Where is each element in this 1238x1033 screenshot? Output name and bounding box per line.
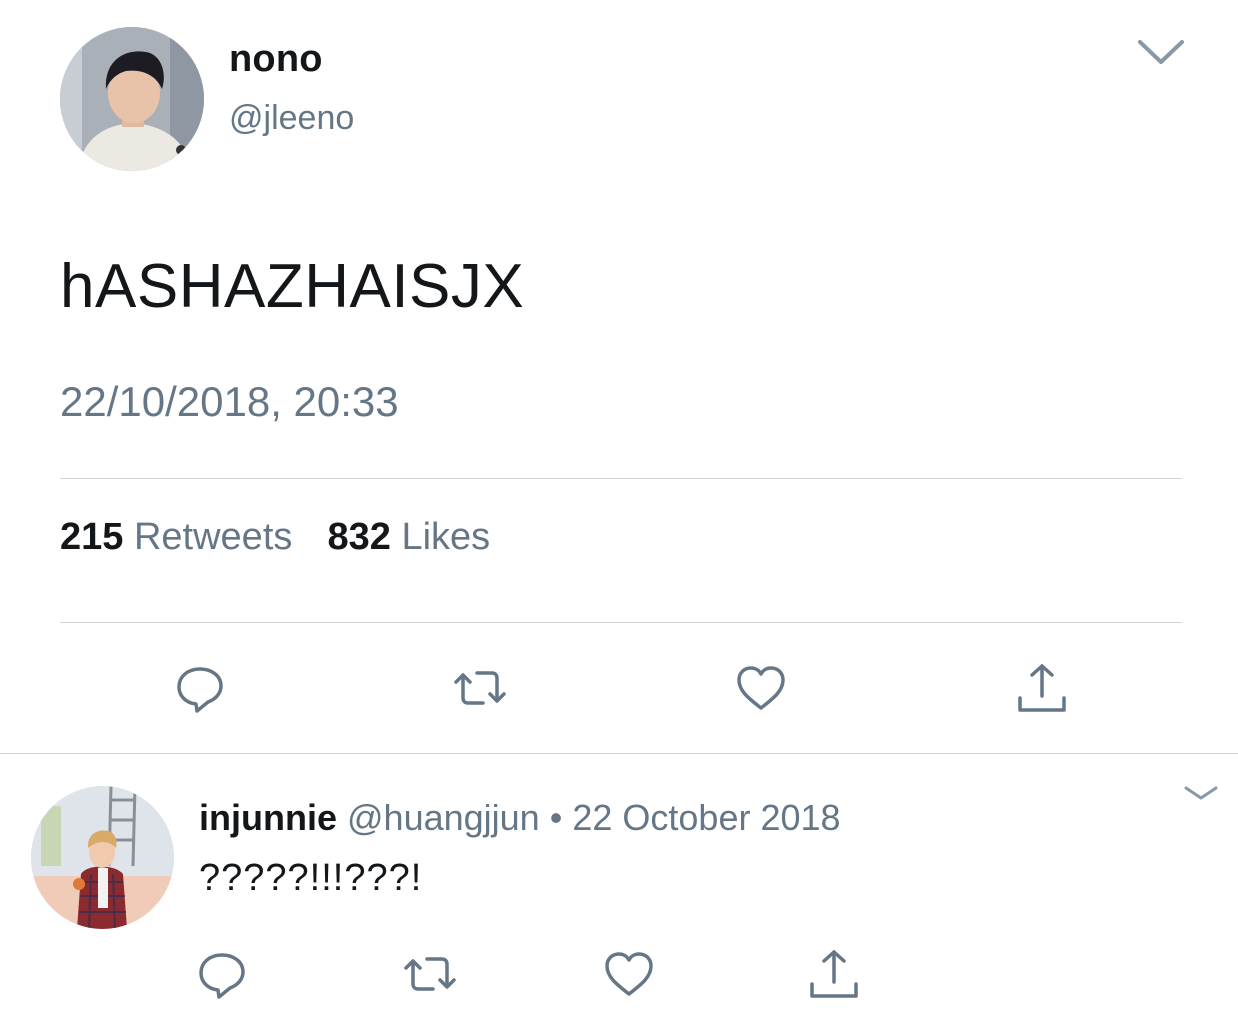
retweets-stat[interactable]: 215 Retweets [60,516,303,558]
likes-label: Likes [401,516,491,558]
reply-text: ?????!!!???! [199,857,423,899]
reply-date[interactable]: 22 October 2018 [572,797,840,838]
tweet-separator [0,753,1238,754]
reply-header: injunnie @huangjjun • 22 October 2018 [199,797,841,839]
chevron-down-icon[interactable] [1136,34,1186,68]
display-name[interactable]: nono [229,38,323,81]
tweet-text: hASHAZHAISJX [60,252,525,321]
retweets-count: 215 [60,516,124,558]
share-icon[interactable] [1014,660,1070,716]
tweet-timestamp[interactable]: 22/10/2018, 20:33 [60,378,399,426]
profile-photo [31,786,174,929]
like-icon[interactable] [601,946,657,1002]
likes-count: 832 [327,516,391,558]
retweet-icon[interactable] [402,946,458,1002]
reply-display-name[interactable]: injunnie [199,797,337,838]
share-icon[interactable] [806,946,862,1002]
retweets-label: Retweets [133,516,293,558]
profile-photo [60,27,204,171]
retweet-icon[interactable] [452,660,508,716]
likes-stat[interactable]: 832 Likes [328,516,491,558]
avatar[interactable] [60,27,204,171]
tweet-stats: 215 Retweets 832 Likes [60,516,490,559]
divider [60,622,1182,623]
like-icon[interactable] [733,660,789,716]
avatar[interactable] [31,786,174,929]
divider [60,478,1182,479]
user-handle[interactable]: @jleeno [229,99,354,138]
reply-icon[interactable] [194,946,250,1002]
meta-separator: • [549,797,563,838]
reply-handle[interactable]: @huangjjun [347,797,540,838]
reply-icon[interactable] [172,660,228,716]
chevron-down-icon[interactable] [1183,783,1219,803]
